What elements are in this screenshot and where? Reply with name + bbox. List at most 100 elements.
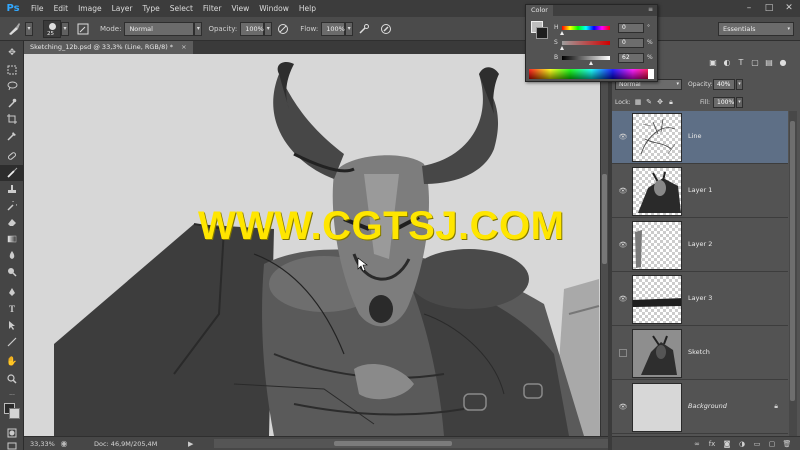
layer-name[interactable]: Background	[688, 402, 727, 410]
lock-image-icon[interactable]: ✎	[645, 98, 653, 106]
menu-help[interactable]: Help	[294, 0, 321, 17]
path-selection-tool-icon[interactable]	[0, 317, 24, 334]
workspace-switcher[interactable]: Essentials ▾	[718, 22, 794, 36]
zoom-level[interactable]: 33,33%	[24, 440, 58, 448]
filter-type-icon[interactable]: T	[736, 58, 746, 68]
pen-tool-icon[interactable]	[0, 284, 24, 301]
layer-opacity-dropdown[interactable]: ▾	[736, 79, 743, 90]
ramp-white-swatch[interactable]	[648, 69, 654, 79]
delete-layer-icon[interactable]: 🗑︎	[782, 439, 792, 449]
visibility-eye-icon[interactable]: 👁︎	[618, 187, 628, 195]
layer-name[interactable]: Layer 1	[688, 186, 712, 194]
pressure-opacity-icon[interactable]	[275, 21, 291, 37]
menu-filter[interactable]: Filter	[198, 0, 227, 17]
eraser-tool-icon[interactable]	[0, 214, 24, 231]
add-mask-icon[interactable]: ◙	[722, 439, 732, 449]
more-tools-icon[interactable]: ···	[0, 387, 24, 404]
menu-image[interactable]: Image	[73, 0, 107, 17]
eyedropper-tool-icon[interactable]	[0, 128, 24, 145]
visibility-eye-icon[interactable]: 👁︎	[618, 295, 628, 303]
brush-size-dropdown[interactable]: ▾	[61, 21, 69, 36]
photoshop-logo[interactable]: Ps	[0, 0, 26, 17]
menu-view[interactable]: View	[226, 0, 254, 17]
history-brush-tool-icon[interactable]	[0, 198, 24, 215]
brush-preset-icon[interactable]	[6, 21, 22, 37]
canvas-vertical-scrollbar[interactable]	[600, 54, 608, 436]
close-window-button[interactable]: ✕	[782, 1, 796, 15]
new-adjustment-layer-icon[interactable]: ◑	[737, 439, 747, 449]
document-canvas[interactable]: WWW.CGTSJ.COM	[24, 54, 600, 436]
minimize-button[interactable]: –	[742, 1, 756, 15]
screen-mode-icon[interactable]	[0, 441, 24, 450]
filter-smart-object-icon[interactable]: ▤	[764, 58, 774, 68]
layer-row-background[interactable]: 👁︎ Background 🔒︎	[612, 381, 788, 434]
saturation-slider-track[interactable]	[562, 41, 610, 45]
menu-edit[interactable]: Edit	[49, 0, 74, 17]
saturation-value-input[interactable]: 0	[618, 38, 644, 48]
brightness-slider-track[interactable]	[562, 56, 610, 60]
layer-name[interactable]: Layer 2	[688, 240, 712, 248]
menu-window[interactable]: Window	[254, 0, 294, 17]
menu-type[interactable]: Type	[138, 0, 165, 17]
filter-toggle-icon[interactable]: ●	[778, 58, 788, 68]
background-color-swatch[interactable]	[9, 408, 20, 419]
color-spectrum-ramp[interactable]	[529, 69, 654, 79]
status-options-icon[interactable]: ◉	[58, 439, 70, 448]
hue-slider-track[interactable]	[562, 26, 610, 30]
healing-brush-tool-icon[interactable]	[0, 148, 24, 165]
crop-tool-icon[interactable]	[0, 111, 24, 128]
saturation-slider-knob[interactable]	[559, 46, 564, 50]
hue-slider-knob[interactable]	[559, 31, 564, 35]
menu-layer[interactable]: Layer	[107, 0, 138, 17]
clone-stamp-tool-icon[interactable]	[0, 181, 24, 198]
opacity-input[interactable]: 100%	[240, 21, 265, 36]
status-menu-icon[interactable]: ▶	[188, 440, 200, 448]
color-panel-menu-icon[interactable]: ≡	[648, 6, 653, 13]
layers-scroll-thumb[interactable]	[790, 121, 795, 401]
color-panel-tab[interactable]: Color	[526, 5, 553, 16]
layer-name[interactable]: Line	[688, 132, 702, 140]
layer-row-layer-3[interactable]: 👁︎ Layer 3	[612, 273, 788, 326]
canvas-horizontal-scrollbar[interactable]	[214, 439, 608, 448]
layer-row-sketch[interactable]: Sketch	[612, 327, 788, 380]
filter-shape-icon[interactable]: ▢	[750, 58, 760, 68]
close-document-icon[interactable]: ×	[181, 43, 186, 51]
line-shape-tool-icon[interactable]	[0, 334, 24, 351]
visibility-eye-icon[interactable]: 👁︎	[618, 241, 628, 249]
brightness-value-input[interactable]: 62	[618, 53, 644, 63]
mode-dropdown[interactable]: ▾	[194, 21, 203, 36]
brush-preset-dropdown[interactable]: ▾	[25, 21, 33, 36]
layer-style-icon[interactable]: fx	[707, 439, 717, 449]
layer-row-layer-1[interactable]: 👁︎ Layer 1	[612, 165, 788, 218]
hand-tool-icon[interactable]: ✋	[0, 354, 24, 371]
quick-mask-icon[interactable]	[0, 425, 24, 442]
new-layer-icon[interactable]: ▢	[767, 439, 777, 449]
pressure-size-icon[interactable]	[378, 21, 394, 37]
quick-select-tool-icon[interactable]	[0, 95, 24, 112]
fill-dropdown[interactable]: ▾	[736, 97, 743, 108]
visibility-eye-icon[interactable]: 👁︎	[618, 133, 628, 141]
lock-all-icon[interactable]: 🔒︎	[667, 98, 675, 106]
layer-row-line[interactable]: 👁︎ Line	[612, 111, 788, 164]
link-layers-icon[interactable]: ∞	[692, 439, 702, 449]
menu-file[interactable]: File	[26, 0, 49, 17]
zoom-tool-icon[interactable]	[0, 371, 24, 388]
lasso-tool-icon[interactable]	[0, 78, 24, 95]
brush-tool-icon[interactable]	[0, 164, 24, 181]
filter-adjustment-icon[interactable]: ◐	[722, 58, 732, 68]
hue-value-input[interactable]: 0	[618, 23, 644, 33]
menu-select[interactable]: Select	[165, 0, 198, 17]
brush-panel-toggle-icon[interactable]	[75, 21, 91, 37]
marquee-tool-icon[interactable]	[0, 62, 24, 79]
layers-scrollbar[interactable]	[789, 111, 797, 436]
gradient-tool-icon[interactable]	[0, 231, 24, 248]
color-panel-background-swatch[interactable]	[536, 27, 548, 39]
layer-name[interactable]: Sketch	[688, 348, 710, 356]
move-tool-icon[interactable]: ✥	[0, 45, 24, 62]
brush-size-picker[interactable]: 25	[43, 19, 61, 38]
canvas-horizontal-scroll-thumb[interactable]	[334, 441, 452, 446]
layer-opacity-input[interactable]: 40%	[713, 79, 735, 90]
lock-transparent-icon[interactable]: ▦	[634, 98, 642, 106]
layer-name[interactable]: Layer 3	[688, 294, 712, 302]
airbrush-icon[interactable]	[356, 21, 372, 37]
